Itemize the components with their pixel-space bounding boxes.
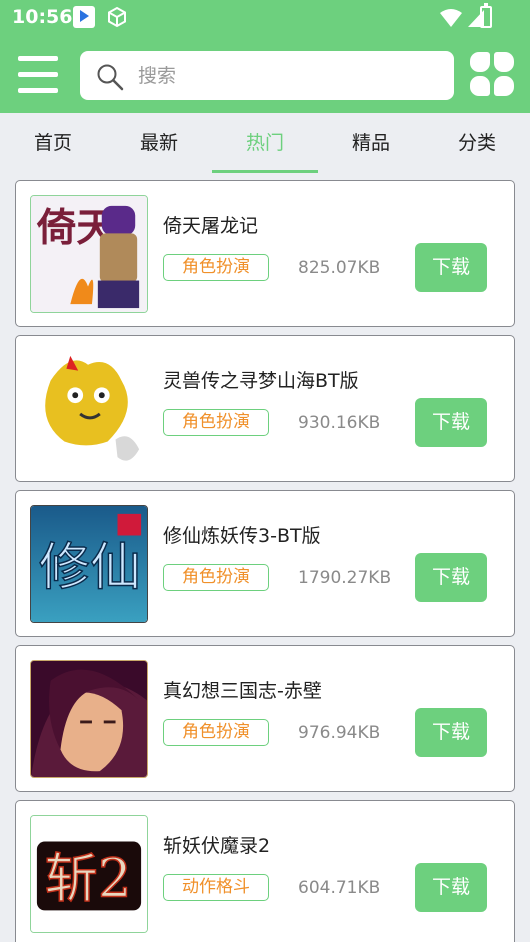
list-item[interactable]: 真幻想三国志-赤壁 角色扮演 976.94KB 下载 (15, 645, 515, 792)
search-input[interactable] (138, 59, 438, 92)
category-tabs: 首页 最新 热门 精品 分类 (0, 113, 530, 175)
file-size: 825.07KB (298, 258, 381, 278)
game-thumbnail (30, 350, 148, 468)
active-tab-indicator (212, 170, 318, 173)
wifi-icon (440, 9, 462, 27)
thumb-text: 斩2 (45, 848, 132, 910)
tab-hot[interactable]: 热门 (212, 113, 318, 175)
category-tag: 角色扮演 (163, 409, 269, 436)
clover-grid-icon[interactable] (470, 52, 514, 96)
game-title: 斩妖伏魔录2 (163, 835, 271, 857)
list-item[interactable]: 修仙 修仙炼妖传3-BT版 角色扮演 1790.27KB 下载 (15, 490, 515, 637)
game-title: 真幻想三国志-赤壁 (163, 680, 322, 702)
file-size: 604.71KB (298, 878, 381, 898)
game-thumbnail: 倚天 (30, 195, 148, 313)
game-title: 修仙炼妖传3-BT版 (163, 525, 321, 547)
tab-featured[interactable]: 精品 (318, 113, 424, 175)
download-button[interactable]: 下载 (415, 398, 487, 447)
status-time: 10:56 (12, 6, 73, 28)
tab-categories[interactable]: 分类 (424, 113, 530, 175)
category-tag: 角色扮演 (163, 719, 269, 746)
category-tag: 角色扮演 (163, 564, 269, 591)
app-notification-icon (73, 6, 95, 28)
download-button[interactable]: 下载 (415, 553, 487, 602)
status-bar: 10:56 (0, 0, 530, 36)
app-header: 10:56 (0, 0, 530, 113)
thumb-text: 修仙 (39, 539, 141, 598)
download-button[interactable]: 下载 (415, 243, 487, 292)
package-icon (106, 6, 128, 28)
search-bar[interactable] (80, 51, 454, 100)
category-tag: 动作格斗 (163, 874, 269, 901)
battery-icon (480, 3, 492, 28)
hamburger-menu-icon[interactable] (18, 56, 58, 93)
search-icon (96, 63, 124, 91)
tab-home[interactable]: 首页 (0, 113, 106, 175)
file-size: 976.94KB (298, 723, 381, 743)
category-tag: 角色扮演 (163, 254, 269, 281)
game-title: 灵兽传之寻梦山海BT版 (163, 370, 359, 392)
download-button[interactable]: 下载 (415, 708, 487, 757)
file-size: 930.16KB (298, 413, 381, 433)
game-thumbnail: 斩2 (30, 815, 148, 933)
download-button[interactable]: 下载 (415, 863, 487, 912)
list-item[interactable]: 倚天 倚天屠龙记 角色扮演 825.07KB 下载 (15, 180, 515, 327)
game-title: 倚天屠龙记 (163, 215, 259, 237)
file-size: 1790.27KB (298, 568, 392, 588)
tab-latest[interactable]: 最新 (106, 113, 212, 175)
list-item[interactable]: 灵兽传之寻梦山海BT版 角色扮演 930.16KB 下载 (15, 335, 515, 482)
list-item[interactable]: 斩2 斩妖伏魔录2 动作格斗 604.71KB 下载 (15, 800, 515, 942)
game-thumbnail (30, 660, 148, 778)
game-thumbnail: 修仙 (30, 505, 148, 623)
